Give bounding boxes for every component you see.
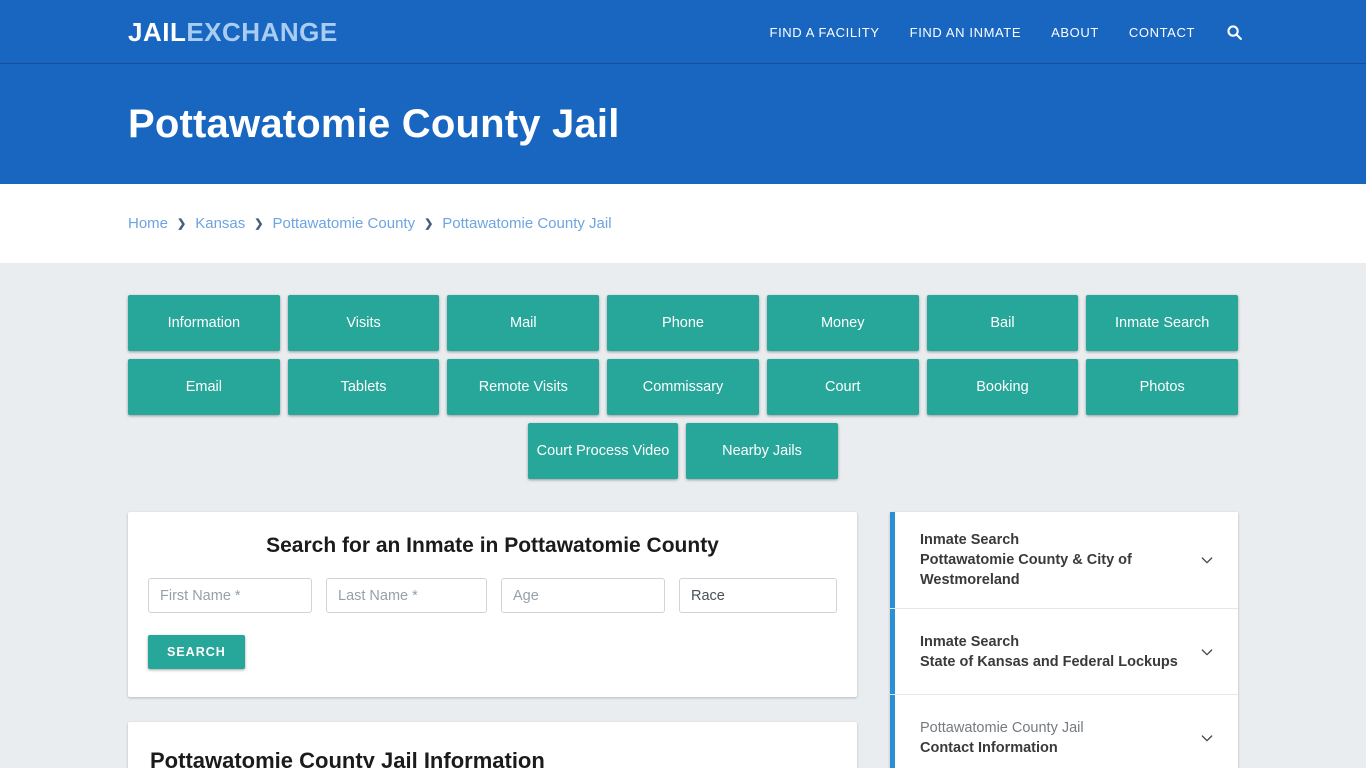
last-name-input[interactable] (326, 578, 487, 613)
accordion-item-line1: Inmate Search (920, 633, 1020, 650)
nav-item-contact[interactable]: CONTACT (1114, 25, 1210, 40)
chevron-down-icon[interactable] (1198, 643, 1216, 661)
accordion-item-line2: State of Kansas and Federal Lockups (920, 653, 1178, 670)
search-icon[interactable] (1224, 22, 1244, 42)
button-row-2: Email Tablets Remote Visits Commissary C… (128, 359, 1239, 415)
chevron-down-icon[interactable] (1198, 551, 1216, 569)
jail-information-heading: Pottawatomie County Jail Information (150, 748, 545, 768)
section-button-remote-visits[interactable]: Remote Visits (447, 359, 600, 415)
section-button-email[interactable]: Email (128, 359, 280, 415)
accordion-item-text: Inmate Search State of Kansas and Federa… (920, 632, 1178, 672)
breadcrumb-item-current[interactable]: Pottawatomie County Jail (442, 215, 611, 232)
section-button-mail[interactable]: Mail (447, 295, 600, 351)
search-submit-button[interactable]: SEARCH (148, 635, 245, 669)
section-button-court[interactable]: Court (766, 359, 919, 415)
section-button-inmate-search[interactable]: Inmate Search (1086, 295, 1239, 351)
accordion-item-line2: Pottawatomie County & City of Westmorela… (920, 552, 1132, 588)
jail-information-card: Pottawatomie County Jail Information (128, 722, 857, 768)
accordion-item-inmate-search-state[interactable]: Inmate Search State of Kansas and Federa… (890, 609, 1238, 695)
right-column: Inmate Search Pottawatomie County & City… (890, 512, 1238, 768)
accordion-item-line2: Contact Information (920, 740, 1058, 756)
button-row-1: Information Visits Mail Phone Money Bail… (128, 295, 1239, 351)
breadcrumb-item-home[interactable]: Home (128, 215, 168, 232)
section-button-photos[interactable]: Photos (1086, 359, 1239, 415)
accordion-item-line1: Pottawatomie County Jail (920, 720, 1084, 736)
main-nav: FIND A FACILITY FIND AN INMATE ABOUT CON… (755, 0, 1242, 64)
page-content: Information Visits Mail Phone Money Bail… (0, 263, 1366, 768)
section-button-tablets[interactable]: Tablets (287, 359, 440, 415)
accordion-item-line1: Inmate Search (920, 532, 1020, 548)
section-button-money[interactable]: Money (766, 295, 919, 351)
accordion-item-contact-information[interactable]: Pottawatomie County Jail Contact Informa… (890, 695, 1238, 768)
breadcrumb-bar: Home ❯ Kansas ❯ Pottawatomie County ❯ Po… (0, 184, 1366, 263)
nav-item-find-an-inmate[interactable]: FIND AN INMATE (895, 25, 1036, 40)
breadcrumb-item-pottawatomie-county[interactable]: Pottawatomie County (273, 215, 416, 232)
section-button-bail[interactable]: Bail (926, 295, 1079, 351)
inmate-search-card: Search for an Inmate in Pottawatomie Cou… (128, 512, 857, 697)
chevron-right-icon: ❯ (254, 218, 264, 230)
page-title: Pottawatomie County Jail (128, 101, 620, 146)
facility-section-buttons: Information Visits Mail Phone Money Bail… (128, 295, 1239, 479)
breadcrumb-item-kansas[interactable]: Kansas (195, 215, 245, 232)
chevron-right-icon: ❯ (177, 218, 187, 230)
chevron-right-icon: ❯ (424, 218, 434, 230)
site-logo[interactable]: JAILEXCHANGE (128, 17, 338, 47)
breadcrumb: Home ❯ Kansas ❯ Pottawatomie County ❯ Po… (128, 215, 612, 232)
nav-item-find-a-facility[interactable]: FIND A FACILITY (755, 25, 895, 40)
section-button-commissary[interactable]: Commissary (607, 359, 759, 415)
inmate-search-fields: Race (148, 578, 837, 613)
sidebar-accordion: Inmate Search Pottawatomie County & City… (890, 512, 1238, 768)
top-navigation-bar: JAILEXCHANGE FIND A FACILITY FIND AN INM… (0, 0, 1366, 64)
section-button-booking[interactable]: Booking (926, 359, 1079, 415)
logo-text-secondary: EXCHANGE (186, 17, 338, 47)
left-column: Search for an Inmate in Pottawatomie Cou… (128, 512, 857, 768)
chevron-down-icon[interactable] (1198, 729, 1216, 747)
section-button-phone[interactable]: Phone (607, 295, 759, 351)
accordion-item-text: Pottawatomie County Jail Contact Informa… (920, 718, 1084, 758)
inmate-search-heading: Search for an Inmate in Pottawatomie Cou… (266, 534, 719, 557)
page-hero: Pottawatomie County Jail (0, 64, 1366, 184)
race-select[interactable]: Race (679, 578, 837, 613)
section-button-court-process-video[interactable]: Court Process Video (528, 423, 678, 479)
accordion-item-inmate-search-county[interactable]: Inmate Search Pottawatomie County & City… (890, 512, 1238, 609)
first-name-input[interactable] (148, 578, 312, 613)
section-button-nearby-jails[interactable]: Nearby Jails (686, 423, 838, 479)
logo-text-primary: JAIL (128, 17, 187, 47)
section-button-information[interactable]: Information (128, 295, 280, 351)
button-row-3: Court Process Video Nearby Jails (128, 423, 1238, 479)
accordion-item-text: Inmate Search Pottawatomie County & City… (920, 530, 1192, 590)
nav-item-about[interactable]: ABOUT (1036, 25, 1114, 40)
age-input[interactable] (501, 578, 665, 613)
main-columns: Search for an Inmate in Pottawatomie Cou… (128, 512, 1238, 768)
section-button-visits[interactable]: Visits (287, 295, 440, 351)
